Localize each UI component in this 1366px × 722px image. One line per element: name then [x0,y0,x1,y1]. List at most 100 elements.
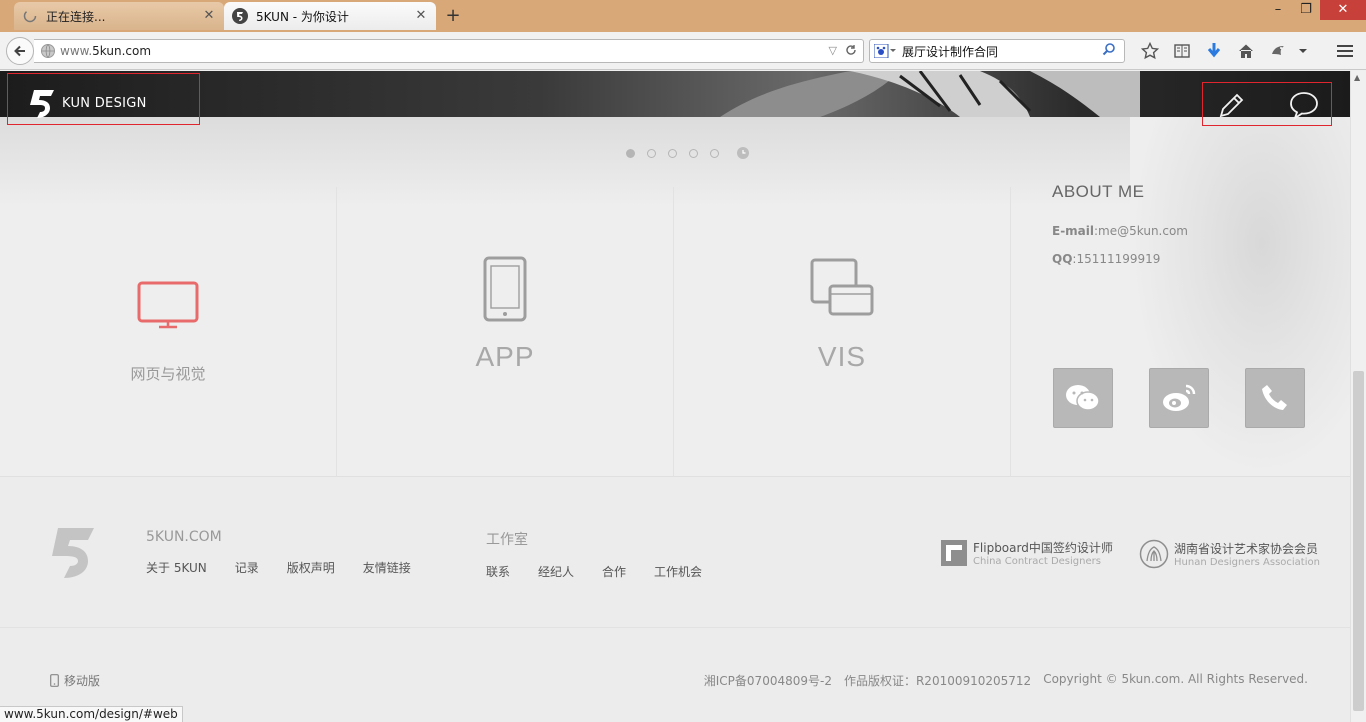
monitor-icon [0,281,336,329]
about-qq: QQ:15111199919 [1052,252,1161,266]
slider-dot[interactable] [647,148,656,158]
baidu-engine-icon[interactable] [874,43,896,59]
scrollbar-thumb[interactable] [1353,371,1364,711]
site-favicon-icon [232,8,248,24]
copyright-registration: 作品版权证：R20100910205712 [843,674,1032,688]
services-section: 网页与视觉 APP VIS [0,187,1012,476]
reload-icon[interactable] [845,44,857,59]
partner-hunan[interactable]: 湖南省设计艺术家协会会员 Hunan Designers Association [1139,539,1320,569]
footer-col-studio: 工作室 联系 经纪人 合作 工作机会 [486,529,702,580]
logo-text[interactable]: KUN DESIGN [62,96,147,111]
phone-call-icon[interactable] [1245,368,1305,428]
tab-5kun[interactable]: 5KUN - 为你设计 ✕ [224,2,436,30]
bottom-bar: 移动版 湘ICP备07004809号-2 作品版权证：R201009102057… [0,628,1350,722]
footer-link-friends[interactable]: 友情链接 [363,559,411,576]
bookmark-star-icon[interactable] [1134,40,1166,62]
page-viewport: KUN DESIGN 网页与视觉 APP VIS ABOUT ME E-mail… [0,71,1350,722]
service-label: 网页与视觉 [130,365,206,383]
new-tab-button[interactable]: + [442,6,464,26]
status-bar-url: www.5kun.com/design/#web [0,706,183,722]
partner-subtitle: China Contract Designers [973,556,1101,567]
page-scrollbar[interactable]: ▲ [1350,71,1366,722]
slider-timer-icon[interactable] [737,147,749,159]
weibo-icon[interactable] [1149,368,1209,428]
tab-label: 5KUN - 为你设计 [256,9,349,24]
url-text: www.5kun.com [60,44,152,58]
tab-label: 正在连接... [46,9,106,24]
service-app[interactable]: APP [337,187,674,476]
slider-dot[interactable] [710,148,719,158]
footer-col-5kun: 5KUN.COM 关于 5KUN 记录 版权声明 友情链接 [146,529,411,576]
service-vis[interactable]: VIS [674,187,1011,476]
footer-link-cooperation[interactable]: 合作 [602,563,626,580]
flipboard-icon [941,540,967,566]
logo-5-icon[interactable] [28,89,56,123]
search-bar[interactable]: 展厅设计制作合同 [869,39,1125,63]
hero-banner [0,71,1350,117]
slider-dot[interactable] [626,148,635,158]
footer-heading: 工作室 [486,532,528,548]
back-button[interactable] [6,37,34,65]
service-web-visual[interactable]: 网页与视觉 [0,187,337,476]
addon-icon[interactable] [1262,40,1294,62]
browser-navbar: www.5kun.com ▽ 展厅设计制作合同 [0,32,1366,70]
tab-close-icon[interactable]: ✕ [202,9,216,23]
wechat-icon[interactable] [1053,368,1113,428]
service-label: VIS [817,341,867,372]
restore-icon[interactable]: ❐ [1292,0,1320,20]
scroll-up-icon[interactable]: ▲ [1354,73,1360,82]
footer-link-about[interactable]: 关于 5KUN [146,559,207,576]
search-input[interactable]: 展厅设计制作合同 [902,43,1102,60]
footer-heading: 5KUN.COM [146,529,222,545]
copyright-line: 湘ICP备07004809号-2 作品版权证：R20100910205712 C… [704,672,1308,689]
loading-spinner-icon [22,8,38,24]
dropdown-history-icon[interactable]: ▽ [829,44,837,59]
slider-pagination [626,147,749,159]
social-buttons [1053,368,1305,428]
download-icon[interactable] [1198,40,1230,62]
slider-dot[interactable] [689,148,698,158]
window-controls: – ❐ ✕ [1264,0,1366,20]
address-bar[interactable]: www.5kun.com ▽ [34,39,864,63]
slider-dot[interactable] [668,148,677,158]
home-icon[interactable] [1230,40,1262,62]
footer-link-agent[interactable]: 经纪人 [538,563,574,580]
tab-loading[interactable]: 正在连接... ✕ [14,2,224,30]
browser-menu-button[interactable] [1332,40,1358,62]
copyright-text: Copyright © 5kun.com. All Rights Reserve… [1043,672,1308,686]
mobile-icon [50,674,59,687]
footer-link-copyright[interactable]: 版权声明 [287,559,335,576]
hero-art [720,71,1140,117]
mobile-label: 移动版 [64,674,101,688]
window-close-icon[interactable]: ✕ [1320,0,1366,20]
service-label: APP [475,341,535,372]
browser-toolbar [1134,40,1312,62]
browser-titlebar: 正在连接... ✕ 5KUN - 为你设计 ✕ + – ❐ ✕ [0,0,1366,32]
icp-number[interactable]: 湘ICP备07004809号-2 [704,672,832,689]
devices-icon [674,258,1010,316]
addon-dropdown-icon[interactable] [1294,40,1312,62]
partner-title: 湖南省设计艺术家协会会员 [1174,542,1319,556]
footer-link-record[interactable]: 记录 [235,559,259,576]
tab-close-icon[interactable]: ✕ [414,9,428,23]
mobile-version-link[interactable]: 移动版 [50,672,100,689]
phone-icon [337,256,673,322]
hunan-association-icon [1139,539,1169,569]
footer-logo-icon[interactable] [48,527,96,583]
about-title: ABOUT ME [1052,182,1145,201]
partner-subtitle: Hunan Designers Association [1174,557,1320,568]
globe-icon [40,43,56,59]
footer: 5KUN.COM 关于 5KUN 记录 版权声明 友情链接 工作室 联系 经纪人… [0,477,1350,627]
partner-flipboard[interactable]: Flipboard中国签约设计师 China Contract Designer… [941,539,1113,567]
reading-list-icon[interactable] [1166,40,1198,62]
about-email: E-mail:me@5kun.com [1052,224,1188,238]
search-go-icon[interactable] [1102,42,1120,60]
chat-bubble-icon[interactable] [1288,90,1320,124]
partner-title: Flipboard中国签约设计师 [973,541,1113,555]
pencil-edit-icon[interactable] [1217,90,1247,124]
minimize-icon[interactable]: – [1264,0,1292,20]
back-arrow-icon [14,45,25,57]
footer-link-contact[interactable]: 联系 [486,563,510,580]
about-me: ABOUT ME E-mail:me@5kun.com QQ:151111999… [1052,182,1332,266]
footer-link-jobs[interactable]: 工作机会 [654,563,702,580]
